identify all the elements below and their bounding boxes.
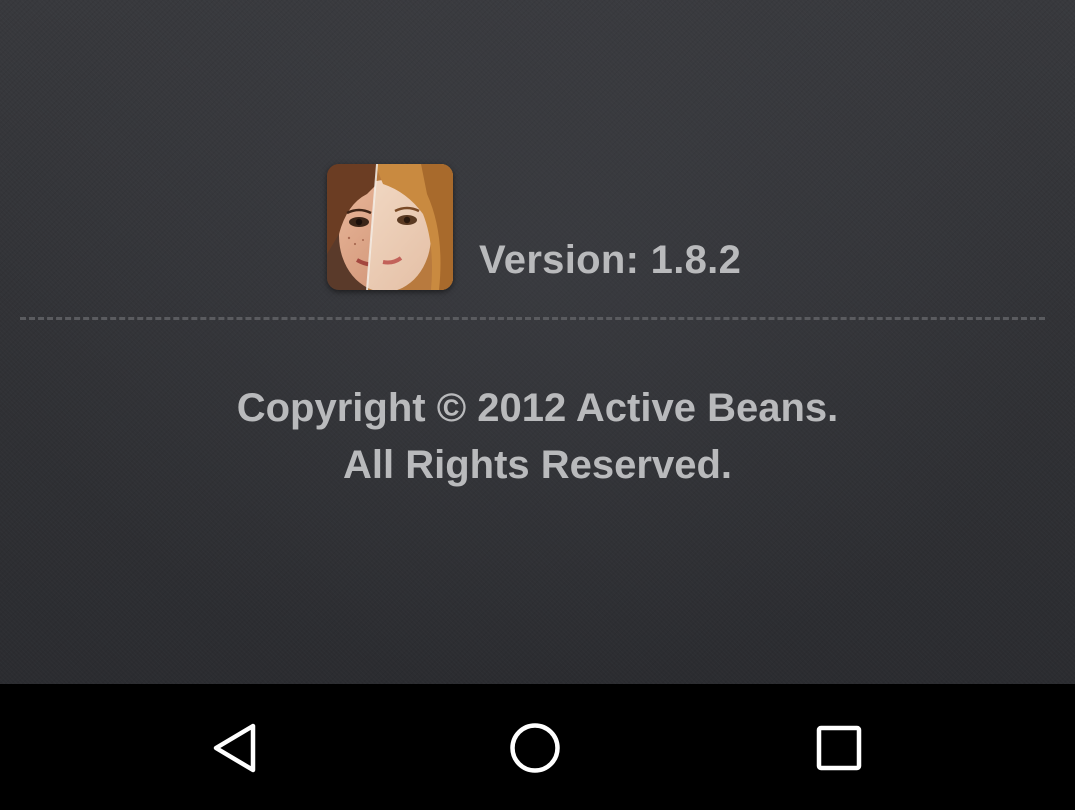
- dashed-divider: [20, 317, 1045, 320]
- copyright-block: Copyright © 2012 Active Beans. All Right…: [0, 380, 1075, 494]
- version-label: Version: 1.8.2: [479, 238, 742, 282]
- recents-square-icon: [816, 725, 862, 771]
- rights-reserved-line: All Rights Reserved.: [342, 443, 732, 487]
- screen: Version: 1.8.2 Copyright © 2012 Active B…: [0, 0, 1075, 810]
- home-circle-icon: [510, 723, 560, 773]
- back-button[interactable]: [199, 713, 269, 783]
- back-triangle-icon: [213, 723, 256, 773]
- home-button[interactable]: [500, 713, 570, 783]
- about-screen: Version: 1.8.2 Copyright © 2012 Active B…: [0, 0, 1075, 684]
- app-icon: [327, 164, 453, 290]
- face-split-photo-icon: [327, 164, 453, 290]
- recents-button[interactable]: [804, 713, 874, 783]
- copyright-line: Copyright © 2012 Active Beans.: [236, 386, 839, 430]
- system-navigation-bar: [0, 684, 1075, 810]
